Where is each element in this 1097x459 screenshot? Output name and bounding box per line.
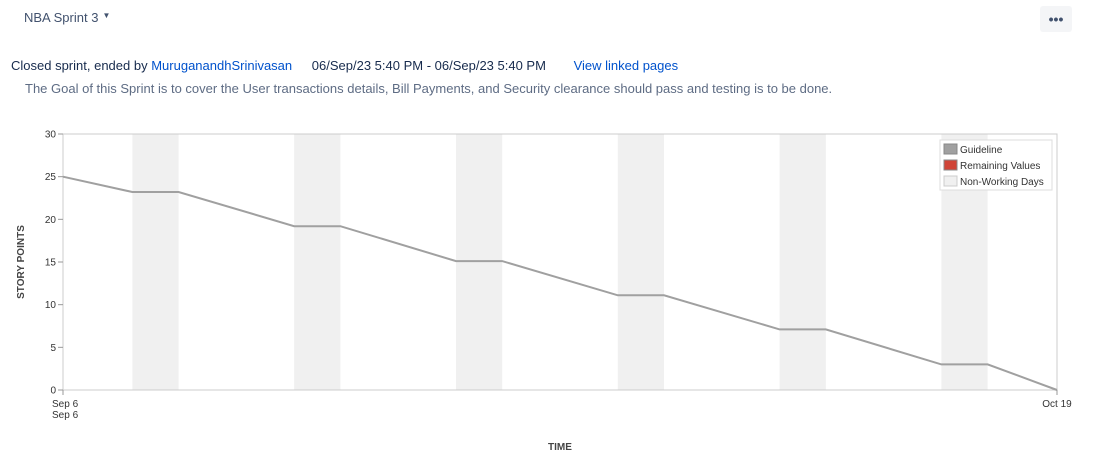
non-working-days-layer	[132, 134, 988, 390]
y-tick-label: 30	[45, 130, 57, 141]
sprint-meta: Closed sprint, ended by MuruganandhSrini…	[11, 58, 678, 73]
y-tick-label: 20	[45, 215, 57, 226]
non-working-band	[294, 134, 341, 390]
legend-remaining-label: Remaining Values	[960, 161, 1040, 172]
x-tick-label-start: Sep 6	[52, 399, 79, 410]
non-working-band	[617, 134, 665, 390]
guideline-series-line	[62, 175, 1058, 391]
sprint-selector[interactable]: NBA Sprint 3 ▼	[24, 10, 110, 25]
y-axis-title: STORY POINTS	[16, 225, 27, 299]
sprint-goal: The Goal of this Sprint is to cover the …	[25, 81, 833, 96]
non-working-band	[132, 134, 179, 390]
view-linked-pages-link[interactable]: View linked pages	[574, 58, 679, 73]
series-layer	[62, 175, 1058, 391]
legend-remaining-swatch	[943, 159, 958, 171]
y-tick-label: 5	[50, 343, 56, 354]
more-icon: •••	[1048, 11, 1064, 27]
sprint-dates: 06/Sep/23 5:40 PM - 06/Sep/23 5:40 PM	[311, 58, 546, 73]
legend-guideline-label: Guideline	[960, 145, 1003, 156]
legend-nonworking-swatch	[943, 175, 958, 187]
sprint-owner-link[interactable]: MuruganandhSrinivasan	[151, 58, 292, 73]
caret-down-icon: ▼	[102, 11, 111, 20]
non-working-band	[779, 134, 826, 390]
y-tick-label: 10	[45, 300, 57, 311]
legend-guideline-swatch	[943, 143, 958, 155]
x-tick-label-end: Oct 19	[1042, 399, 1072, 410]
y-tick-label: 15	[45, 258, 57, 269]
x-axis: Sep 6 Sep 6 Oct 19	[52, 390, 1072, 421]
legend: Guideline Remaining Values Non-Working D…	[939, 139, 1053, 191]
y-tick-label: 25	[45, 172, 57, 183]
more-actions-button[interactable]: •••	[1040, 6, 1072, 32]
burndown-chart: 0 5 10 15 20 25 30 Sep 6 Sep 6 Oct 19 TIME STO…	[16, 130, 1072, 454]
sprint-status-text: Closed sprint, ended by	[11, 58, 148, 73]
x-tick-label-start-2: Sep 6	[52, 410, 79, 421]
legend-nonworking-label: Non-Working Days	[960, 177, 1044, 188]
x-axis-title: TIME	[548, 442, 572, 453]
sprint-name: NBA Sprint 3	[24, 10, 99, 25]
y-tick-label: 0	[50, 386, 56, 397]
y-axis: 0 5 10 15 20 25 30	[45, 130, 63, 397]
plot-area	[62, 133, 1058, 391]
